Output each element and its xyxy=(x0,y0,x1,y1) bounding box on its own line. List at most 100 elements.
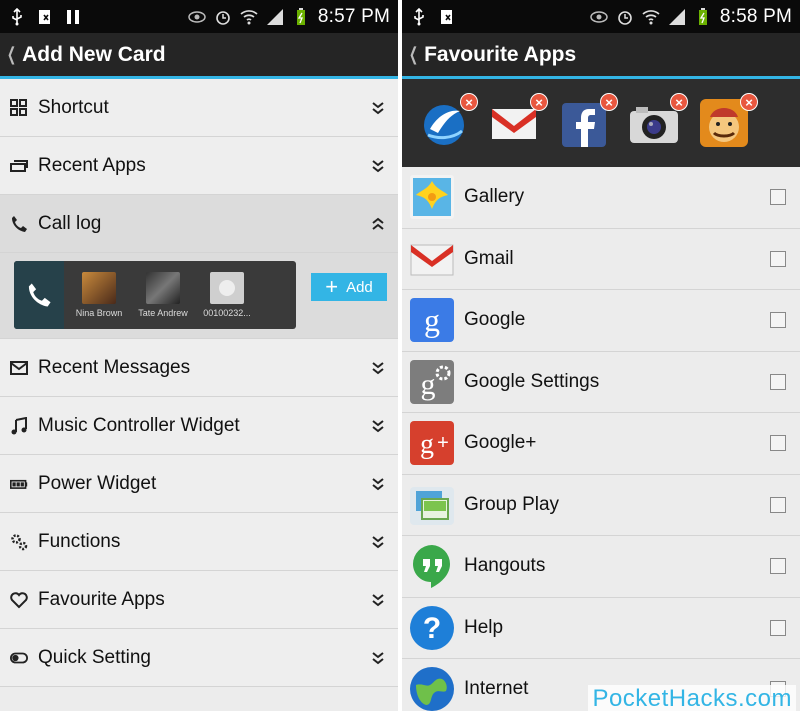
wifi-icon xyxy=(240,8,258,26)
app-label: Gmail xyxy=(464,247,514,269)
svg-text:g: g xyxy=(424,302,440,338)
google-settings-icon: g xyxy=(408,358,456,406)
remove-icon[interactable]: × xyxy=(530,93,548,111)
usb-icon xyxy=(8,7,26,26)
no-sim-icon xyxy=(438,8,456,26)
page-title[interactable]: Favourite Apps xyxy=(424,43,576,67)
add-label: Add xyxy=(346,278,373,296)
app-row-google[interactable]: g Google xyxy=(402,290,800,352)
eye-icon xyxy=(590,8,608,26)
add-new-card-screen: 8:57 PM ❮ Add New Card Shortcut Recent A… xyxy=(0,0,398,711)
call-log-widget: Nina Brown Tate Andrew 00100232... xyxy=(14,261,296,329)
card-row-power-widget[interactable]: Power Widget xyxy=(0,455,398,513)
gears-icon xyxy=(10,533,28,551)
wifi-icon xyxy=(642,8,660,26)
help-icon: ? xyxy=(408,604,456,652)
back-caret-icon[interactable]: ❮ xyxy=(409,44,418,65)
select-checkbox[interactable] xyxy=(770,250,786,267)
app-row-group-play[interactable]: Group Play xyxy=(402,474,800,536)
select-checkbox[interactable] xyxy=(770,619,786,636)
select-checkbox[interactable] xyxy=(770,558,786,575)
page-title[interactable]: Add New Card xyxy=(22,43,166,67)
card-row-functions[interactable]: Functions xyxy=(0,513,398,571)
app-row-google-plus[interactable]: g + Google+ xyxy=(402,413,800,475)
double-chevron-down-icon[interactable] xyxy=(370,158,386,174)
contact-nina: Nina Brown xyxy=(70,272,128,318)
double-chevron-down-icon[interactable] xyxy=(370,476,386,492)
remove-icon[interactable]: × xyxy=(460,93,478,111)
grid-icon xyxy=(10,98,28,117)
fav-gmail[interactable]: × xyxy=(488,93,548,149)
hangouts-icon xyxy=(408,542,456,590)
card-row-quick-setting[interactable]: Quick Setting xyxy=(0,629,398,687)
avatar xyxy=(146,272,180,304)
battery-charging-icon xyxy=(694,7,712,26)
clock: 8:58 PM xyxy=(719,5,792,27)
app-label: Internet xyxy=(464,678,529,700)
action-bar: ❮ Favourite Apps xyxy=(402,33,800,79)
double-chevron-down-icon[interactable] xyxy=(370,650,386,666)
fav-camera[interactable]: × xyxy=(628,93,688,149)
select-checkbox[interactable] xyxy=(770,373,786,390)
alarm-icon xyxy=(214,8,232,26)
watermark: PocketHacks.com xyxy=(588,685,796,711)
avatar xyxy=(210,272,244,304)
app-label: Help xyxy=(464,616,504,638)
app-row-google-settings[interactable]: g Google Settings xyxy=(402,351,800,413)
google-plus-icon: g + xyxy=(408,419,456,467)
gallery-icon xyxy=(408,173,456,221)
card-row-shortcut[interactable]: Shortcut xyxy=(0,79,398,137)
signal-icon xyxy=(668,8,686,26)
add-card-button[interactable]: + Add xyxy=(311,273,387,301)
app-label: Google xyxy=(464,309,526,331)
card-label: Recent Messages xyxy=(38,356,191,378)
double-chevron-down-icon[interactable] xyxy=(370,360,386,376)
svg-text:g: g xyxy=(420,429,434,460)
remove-icon[interactable]: × xyxy=(670,93,688,111)
card-label: Power Widget xyxy=(38,472,157,494)
app-row-gmail[interactable]: Gmail xyxy=(402,228,800,290)
call-log-preview: Nina Brown Tate Andrew 00100232... + Add xyxy=(0,253,398,339)
app-row-hangouts[interactable]: Hangouts xyxy=(402,536,800,598)
double-chevron-down-icon[interactable] xyxy=(370,592,386,608)
contact-unknown: 00100232... xyxy=(198,272,256,318)
music-note-icon xyxy=(10,416,28,435)
fav-browser[interactable]: × xyxy=(418,93,478,149)
card-label: Functions xyxy=(38,530,121,552)
app-row-help[interactable]: ? Help xyxy=(402,597,800,659)
battery-icon xyxy=(10,475,28,493)
app-label: Hangouts xyxy=(464,555,546,577)
back-caret-icon[interactable]: ❮ xyxy=(7,44,16,65)
card-row-recent-apps[interactable]: Recent Apps xyxy=(0,137,398,195)
fav-facebook[interactable]: × xyxy=(558,93,618,149)
group-play-icon xyxy=(408,481,456,529)
card-row-recent-messages[interactable]: Recent Messages xyxy=(0,339,398,397)
card-row-favourite-apps[interactable]: Favourite Apps xyxy=(0,571,398,629)
double-chevron-down-icon[interactable] xyxy=(370,418,386,434)
eye-icon xyxy=(188,8,206,26)
clock: 8:57 PM xyxy=(317,5,390,27)
svg-text:+: + xyxy=(437,432,449,454)
pause-icon xyxy=(64,8,82,26)
select-checkbox[interactable] xyxy=(770,189,786,206)
select-checkbox[interactable] xyxy=(770,496,786,513)
remove-icon[interactable]: × xyxy=(740,93,758,111)
svg-text:g: g xyxy=(421,368,436,401)
app-row-gallery[interactable]: Gallery xyxy=(402,167,800,229)
remove-icon[interactable]: × xyxy=(600,93,618,111)
fav-clash-of-clans[interactable]: × xyxy=(698,93,758,149)
card-row-music-controller[interactable]: Music Controller Widget xyxy=(0,397,398,455)
double-chevron-down-icon[interactable] xyxy=(370,534,386,550)
card-label: Favourite Apps xyxy=(38,588,165,610)
favourite-apps-screen: 8:58 PM ❮ Favourite Apps × × × × × Galle… xyxy=(402,0,800,711)
card-label: Recent Apps xyxy=(38,154,146,176)
select-checkbox[interactable] xyxy=(770,435,786,452)
heart-icon xyxy=(10,591,28,609)
select-checkbox[interactable] xyxy=(770,312,786,329)
app-label: Gallery xyxy=(464,186,525,208)
phone-icon xyxy=(14,261,64,329)
card-row-call-log[interactable]: Call log xyxy=(0,195,398,253)
selected-favourites: × × × × × xyxy=(402,79,800,167)
double-chevron-down-icon[interactable] xyxy=(370,100,386,116)
double-chevron-up-icon[interactable] xyxy=(370,216,386,232)
